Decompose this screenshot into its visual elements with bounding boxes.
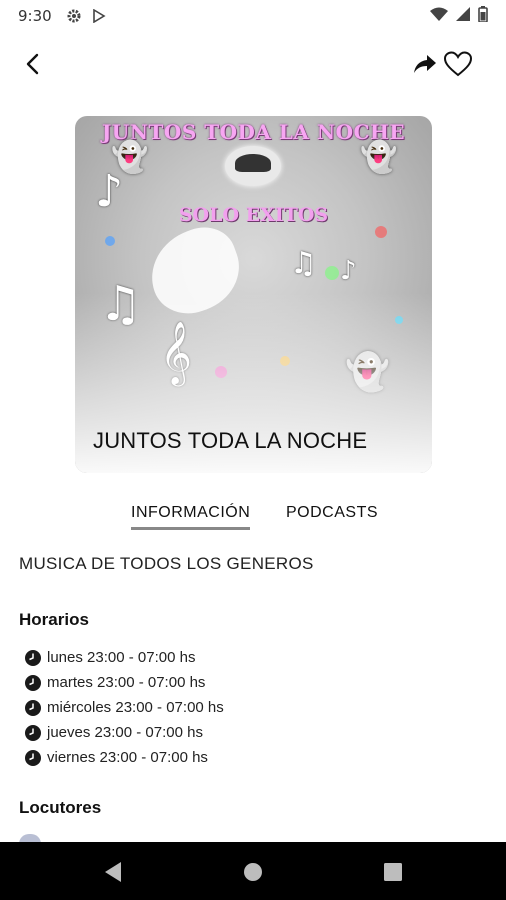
battery-icon [478,6,488,26]
schedule-list: lunes 23:00 - 07:00 hs martes 23:00 - 07… [25,645,224,770]
tab-bar: INFORMACIÓN PODCASTS [0,498,506,530]
schedule-text: jueves 23:00 - 07:00 hs [47,724,203,741]
share-button[interactable] [410,50,440,78]
tab-podcasts[interactable]: PODCASTS [286,504,378,522]
nav-home-icon [244,863,262,881]
program-description: MUSICA DE TODOS LOS GENEROS [19,554,314,573]
witch-silhouette-icon [235,154,271,172]
heart-icon [444,51,472,77]
schedule-text: viernes 23:00 - 07:00 hs [47,749,208,766]
system-nav-bar [0,842,506,900]
program-cover: JUNTOS TODA LA NOCHE SOLO EXITOS 👻 👻 👻 ♪… [75,116,432,473]
clock-icon [25,674,41,691]
favorite-button[interactable] [442,48,474,80]
cover-light [105,236,115,246]
schedule-item: miércoles 23:00 - 07:00 hs [25,695,224,720]
tab-informacion-label: INFORMACIÓN [131,504,251,521]
program-title: JUNTOS TODA LA NOCHE [93,428,368,453]
active-tab-indicator [131,527,251,530]
clock-icon [25,649,41,666]
locutores-heading: Locutores [19,798,102,817]
clock-icon [25,749,41,766]
schedule-text: martes 23:00 - 07:00 hs [47,674,206,691]
schedule-text: lunes 23:00 - 07:00 hs [47,649,196,666]
cover-light [325,266,339,280]
play-store-icon [92,9,106,23]
status-time: 9:30 [18,7,52,25]
schedule-item: lunes 23:00 - 07:00 hs [25,645,224,670]
back-arrow-icon [26,53,39,75]
schedule-item: jueves 23:00 - 07:00 hs [25,720,224,745]
tab-podcasts-label: PODCASTS [286,504,379,521]
schedule-item: viernes 23:00 - 07:00 hs [25,745,224,770]
tab-informacion[interactable]: INFORMACIÓN [131,504,251,530]
nav-back-button[interactable] [102,861,124,883]
clock-icon [25,699,41,716]
ghost-icon: 👻 [360,141,398,174]
wifi-icon [430,7,448,25]
clock-icon [25,724,41,741]
back-button[interactable] [18,50,46,78]
schedule-item: martes 23:00 - 07:00 hs [25,670,224,695]
schedule-text: miércoles 23:00 - 07:00 hs [47,699,224,716]
share-icon [414,55,436,73]
music-note-icon: ♪ [95,166,124,217]
nav-recent-icon [384,863,402,881]
gear-icon [66,8,82,24]
cover-light [375,226,387,238]
cover-art-subtitle: SOLO EXITOS [178,204,329,226]
music-note-icon: ♫ [290,246,317,281]
app-bar [0,40,506,88]
horarios-heading: Horarios [19,610,89,629]
nav-home-button[interactable] [242,861,264,883]
nav-recent-button[interactable] [382,861,404,883]
music-note-icon: ♪ [340,256,357,286]
signal-icon [456,7,470,25]
nav-back-icon [105,862,121,882]
status-bar: 9:30 [0,0,506,32]
